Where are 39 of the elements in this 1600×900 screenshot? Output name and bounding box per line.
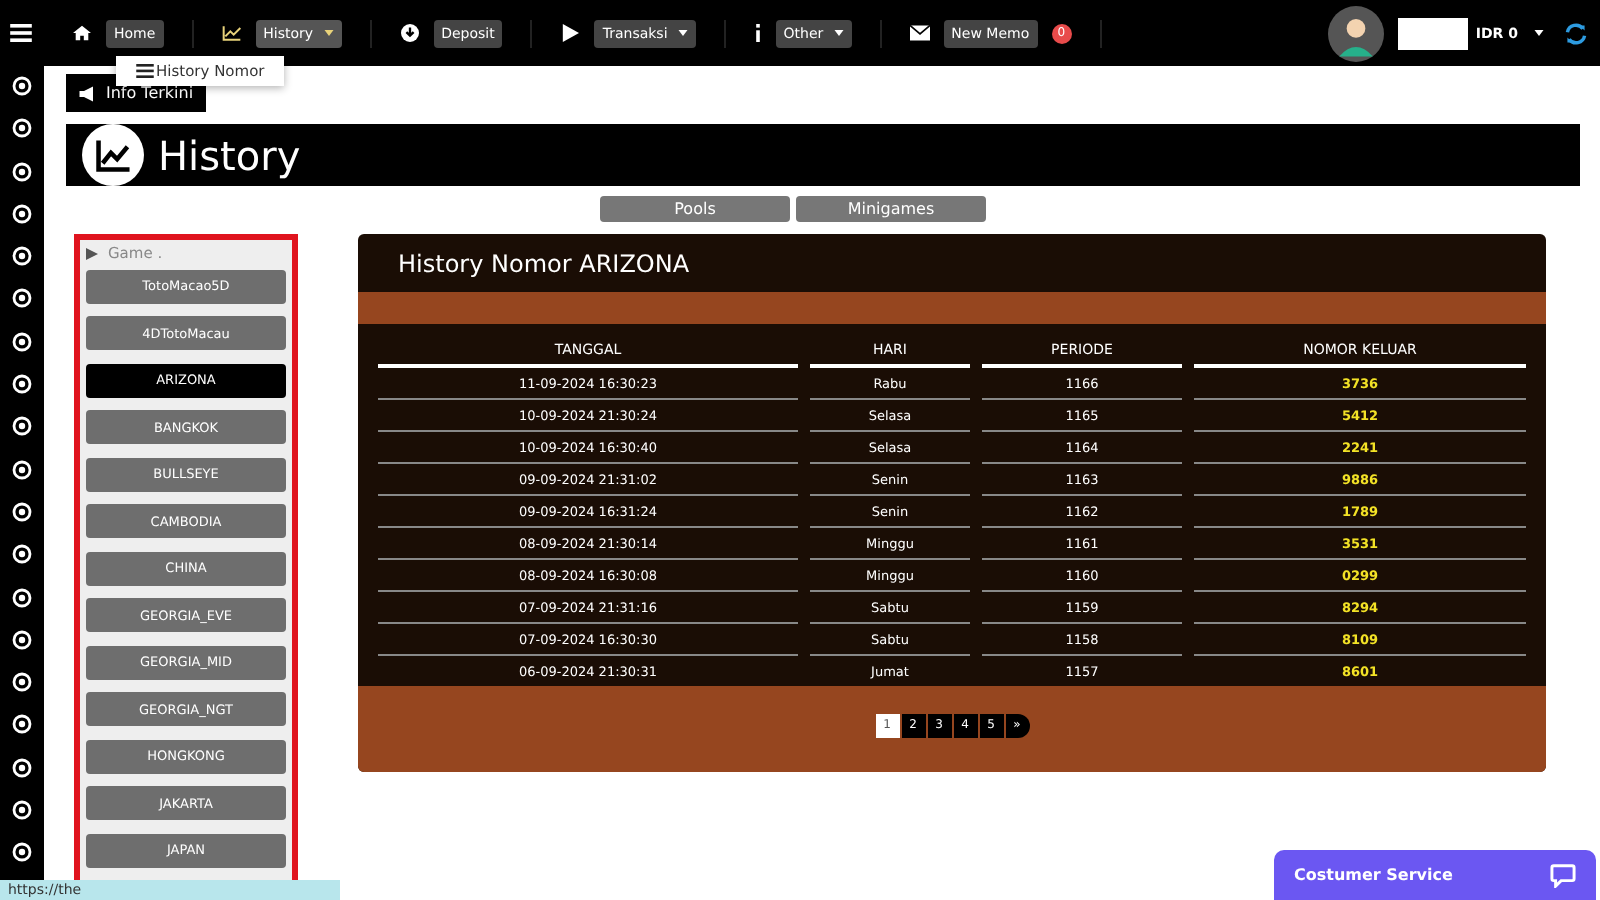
eye-icon[interactable] [12, 161, 32, 182]
eye-icon[interactable] [12, 246, 32, 267]
eye-icon[interactable] [12, 331, 32, 352]
avatar-icon[interactable] [1327, 5, 1384, 61]
eye-icon[interactable] [12, 629, 32, 650]
tab[interactable]: Pools [600, 196, 790, 222]
eye-icon[interactable] [12, 544, 32, 565]
caret-icon[interactable] [1534, 30, 1544, 36]
eye-icon[interactable] [12, 501, 32, 522]
tab[interactable]: Minigames [796, 196, 986, 222]
refresh-icon[interactable] [1564, 21, 1588, 45]
mail-icon [909, 24, 930, 42]
eye-icon[interactable] [12, 203, 32, 224]
eye-icon[interactable] [12, 288, 32, 309]
eye-icon[interactable] [12, 757, 32, 778]
list-icon [136, 64, 154, 78]
eye-icon[interactable] [12, 672, 32, 693]
home-icon [72, 24, 92, 42]
eye-icon[interactable] [12, 459, 32, 480]
eye-icon[interactable] [12, 374, 32, 395]
chat-button[interactable]: Costumer Service [1274, 850, 1596, 900]
eye-icon[interactable] [12, 800, 32, 821]
username-box [1397, 17, 1468, 49]
megaphone-icon [78, 85, 96, 101]
eye-icon[interactable] [12, 416, 32, 437]
eye-icon[interactable] [12, 76, 32, 96]
eye-icon[interactable] [12, 842, 32, 863]
chat-icon [1550, 863, 1576, 887]
eye-icon[interactable] [12, 714, 32, 735]
eye-icon[interactable] [12, 587, 32, 608]
page-title: History [158, 131, 301, 179]
download-icon [399, 24, 420, 42]
card-title: History Nomor ARIZONA [396, 248, 692, 282]
info-icon [753, 24, 762, 42]
chart-icon [221, 24, 242, 42]
eye-icon[interactable] [12, 118, 32, 139]
triangle-icon [86, 247, 98, 259]
play-icon [560, 24, 581, 42]
menu-icon[interactable] [10, 24, 32, 42]
